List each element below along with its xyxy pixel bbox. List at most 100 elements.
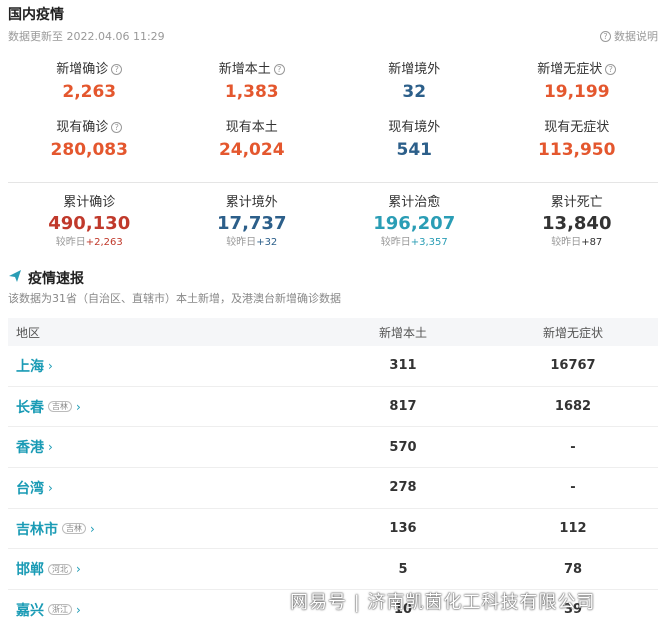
question-circle-icon[interactable]: ? (273, 64, 285, 75)
stat-label: 新增本土 (218, 62, 271, 77)
stat-label: 新增境外 (388, 62, 441, 77)
stat-label: 现有境外 (388, 120, 441, 135)
chevron-right-icon: › (48, 480, 53, 495)
stat-label: 新增无症状 (537, 62, 603, 77)
total-value: 490,130 (48, 213, 131, 234)
stat-label: 现有无症状 (544, 120, 610, 135)
region-link[interactable]: 香港 › (16, 437, 318, 457)
total-deaths: 累计死亡 13,840 较昨日+87 (496, 194, 659, 250)
province-tag: 浙江 (48, 604, 72, 616)
header-new-asymptomatic: 新增无症状 (542, 325, 603, 340)
total-value: 13,840 (542, 213, 612, 234)
region-link[interactable]: 台湾 › (16, 478, 318, 498)
stats-row-current: 现有确诊? 280,083 现有本土 24,024 现有境外 541 现有无症状… (8, 118, 658, 176)
stats-panel: 新增确诊? 2,263 新增本土? 1,383 新增境外 32 新增无症状? 1… (8, 60, 658, 176)
new-local-cell: 311 (389, 358, 417, 374)
data-explain-label: 数据说明 (614, 30, 658, 43)
new-asymptomatic-cell: - (570, 480, 576, 496)
region-link[interactable]: 上海 › (16, 356, 318, 376)
chevron-right-icon: › (48, 440, 53, 455)
diff-prefix: 较昨日 (55, 237, 86, 248)
total-value: 17,737 (217, 213, 287, 234)
total-diff: 较昨日+32 (171, 236, 334, 250)
diff-prefix: 较昨日 (551, 237, 582, 248)
stat-current-local: 现有本土 24,024 (171, 118, 334, 176)
table-row: 台湾 › 278 - (8, 468, 658, 509)
header-new-local: 新增本土 (378, 325, 427, 340)
total-diff: 较昨日+3,357 (333, 236, 496, 250)
question-circle-icon: ? (600, 30, 611, 42)
region-name: 上海 (16, 358, 44, 375)
region-link[interactable]: 吉林市 吉林 › (16, 519, 318, 539)
new-local-cell: 5 (398, 561, 408, 577)
paper-plane-icon (8, 269, 22, 287)
diff-value: +32 (256, 237, 278, 248)
divider (8, 182, 658, 183)
total-value: 196,207 (373, 213, 456, 234)
news-title-label: 疫情速报 (28, 271, 84, 287)
new-local-cell: 570 (389, 439, 417, 455)
new-asymptomatic-cell: 112 (559, 521, 587, 537)
update-time: 数据更新至 2022.04.06 11:29 (8, 30, 165, 43)
question-circle-icon[interactable]: ? (111, 64, 123, 75)
news-title: 疫情速报 (8, 268, 84, 288)
stat-current-imported: 现有境外 541 (333, 118, 496, 176)
region-link[interactable]: 邯郸 河北 › (16, 559, 318, 579)
stat-label: 新增确诊 (56, 62, 109, 77)
total-diff: 较昨日+87 (496, 236, 659, 250)
header-region: 地区 (16, 325, 41, 340)
table-header: 地区 新增本土 新增无症状 (8, 318, 658, 346)
province-tag: 河北 (48, 563, 72, 575)
stat-value: 24,024 (218, 140, 285, 160)
region-table: 地区 新增本土 新增无症状 上海 › 311 16767 长春 吉林 › 817… (8, 318, 658, 623)
stat-value: 280,083 (50, 140, 128, 160)
total-label: 累计死亡 (550, 195, 603, 210)
total-cured: 累计治愈 196,207 较昨日+3,357 (333, 194, 496, 250)
stat-label: 现有本土 (225, 120, 278, 135)
table-row: 上海 › 311 16767 (8, 346, 658, 387)
region-name: 台湾 (16, 480, 44, 497)
stat-current-asymptomatic: 现有无症状 113,950 (496, 118, 659, 176)
new-asymptomatic-cell: 1682 (554, 399, 592, 415)
watermark: 网易号 | 济南凯茵化工科技有限公司 (290, 592, 596, 613)
header: 国内疫情 数据更新至 2022.04.06 11:29 ? 数据说明 (8, 4, 658, 44)
total-imported: 累计境外 17,737 较昨日+32 (171, 194, 334, 250)
new-local-cell: 136 (389, 521, 417, 537)
stats-row-new: 新增确诊? 2,263 新增本土? 1,383 新增境外 32 新增无症状? 1… (8, 60, 658, 118)
table-row: 香港 › 570 - (8, 427, 658, 469)
total-label: 累计境外 (225, 195, 278, 210)
region-link[interactable]: 长春 吉林 › (16, 397, 318, 417)
stat-value: 32 (402, 82, 427, 102)
chevron-right-icon: › (48, 358, 53, 373)
data-explain-link[interactable]: ? 数据说明 (597, 28, 658, 44)
province-tag: 吉林 (62, 523, 86, 535)
region-name: 邯郸 (16, 562, 44, 579)
province-tag: 吉林 (48, 401, 72, 413)
news-subtitle: 该数据为31省（自治区、直辖市）本土新增，及港澳台新增确诊数据 (8, 292, 341, 305)
total-diff: 较昨日+2,263 (8, 236, 171, 250)
totals-panel: 累计确诊 490,130 较昨日+2,263 累计境外 17,737 较昨日+3… (8, 194, 658, 250)
region-link[interactable]: 嘉兴 浙江 › (16, 600, 318, 620)
region-name: 长春 (16, 399, 44, 416)
stat-new-imported: 新增境外 32 (333, 60, 496, 118)
page-title: 国内疫情 (8, 7, 64, 23)
new-local-cell: 278 (389, 480, 417, 496)
chevron-right-icon: › (76, 562, 81, 577)
total-label: 累计治愈 (388, 195, 441, 210)
new-asymptomatic-cell: - (570, 439, 576, 455)
diff-value: +2,263 (85, 237, 123, 248)
stat-label: 现有确诊 (56, 120, 109, 135)
new-asymptomatic-cell: 78 (563, 561, 583, 577)
region-name: 香港 (16, 440, 44, 457)
diff-prefix: 较昨日 (226, 237, 257, 248)
table-row: 吉林市 吉林 › 136 112 (8, 509, 658, 550)
region-name: 吉林市 (16, 521, 58, 538)
question-circle-icon[interactable]: ? (605, 64, 617, 75)
chevron-right-icon: › (76, 399, 81, 414)
question-circle-icon[interactable]: ? (111, 122, 123, 133)
stat-new-confirmed: 新增确诊? 2,263 (8, 60, 171, 118)
total-label: 累计确诊 (63, 195, 116, 210)
stat-new-local: 新增本土? 1,383 (171, 60, 334, 118)
table-row: 邯郸 河北 › 5 78 (8, 549, 658, 591)
total-confirmed: 累计确诊 490,130 较昨日+2,263 (8, 194, 171, 250)
